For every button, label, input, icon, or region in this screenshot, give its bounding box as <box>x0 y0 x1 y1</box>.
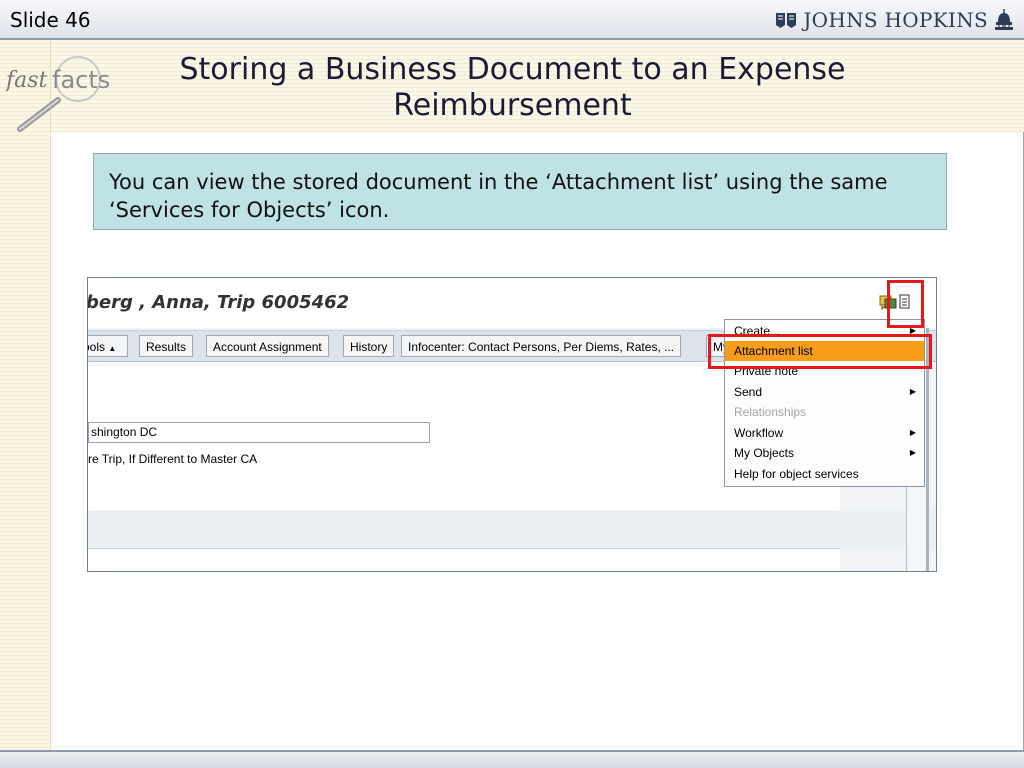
highlight-services-icon <box>887 280 924 328</box>
submenu-arrow-icon: ▶ <box>909 448 916 457</box>
menu-item-send[interactable]: Send ▶ <box>725 382 924 402</box>
jh-dome-icon <box>995 9 1013 30</box>
tab-history-label: History <box>350 340 388 354</box>
tab-tools[interactable]: ools ▲ <box>88 335 128 357</box>
tab-account-assignment-label: Account Assignment <box>213 340 322 354</box>
fast-facts-fast-text: fast <box>6 68 48 93</box>
fast-facts-logo: fast facts <box>4 55 116 135</box>
slide-title-line1: Storing a Business Document to an Expens… <box>179 52 846 87</box>
section-separator <box>88 510 936 550</box>
instruction-note: You can view the stored document in the … <box>93 153 947 230</box>
submenu-arrow-icon: ▶ <box>909 387 916 396</box>
menu-item-my-objects[interactable]: My Objects ▶ <box>725 443 924 463</box>
trip-title: berg , Anna, Trip 6005462 <box>87 292 350 313</box>
slide-title: Storing a Business Document to an Expens… <box>140 52 885 124</box>
tab-infocenter-label: Infocenter: Contact Persons, Per Diems, … <box>408 340 675 354</box>
slide-header-bar: Slide 46 JOHNS HOPKINS <box>0 0 1024 40</box>
menu-item-workflow[interactable]: Workflow ▶ <box>725 423 924 443</box>
menu-item-help-object-services[interactable]: Help for object services <box>725 464 924 484</box>
menu-item-workflow-label: Workflow <box>734 426 784 440</box>
sap-screenshot: berg , Anna, Trip 6005462 ools ▲ Results… <box>87 277 937 572</box>
menu-item-relationships: Relationships <box>725 402 924 422</box>
logo-text: JOHNS HOPKINS <box>803 8 988 32</box>
dropdown-arrow-icon: ▲ <box>108 344 117 353</box>
tab-results-label: Results <box>146 340 187 354</box>
johns-hopkins-logo: JOHNS HOPKINS <box>775 6 1014 34</box>
destination-city-field[interactable]: shington DC <box>88 422 430 443</box>
submenu-arrow-icon: ▶ <box>909 428 916 437</box>
slide-footer-bar <box>0 750 1024 768</box>
tab-infocenter[interactable]: Infocenter: Contact Persons, Per Diems, … <box>401 335 682 357</box>
tab-tools-label: ools <box>88 340 106 354</box>
jh-shield-icon <box>776 13 797 28</box>
slide-number: Slide 46 <box>10 8 91 32</box>
trip-field-label: re Trip, If Different to Master CA <box>88 452 258 466</box>
tab-results[interactable]: Results <box>139 335 194 357</box>
left-decorative-column <box>0 40 51 752</box>
tab-history[interactable]: History <box>343 335 395 357</box>
highlight-attachment-list <box>708 334 932 369</box>
lower-panel <box>88 548 840 571</box>
menu-item-send-label: Send <box>734 385 763 399</box>
menu-item-my-objects-label: My Objects <box>734 446 795 460</box>
menu-item-help-object-services-label: Help for object services <box>734 467 859 481</box>
fast-facts-facts-text: facts <box>52 66 110 94</box>
tab-account-assignment[interactable]: Account Assignment <box>206 335 329 357</box>
menu-item-relationships-label: Relationships <box>734 405 807 419</box>
slide-title-line2: Reimbursement <box>393 88 632 123</box>
